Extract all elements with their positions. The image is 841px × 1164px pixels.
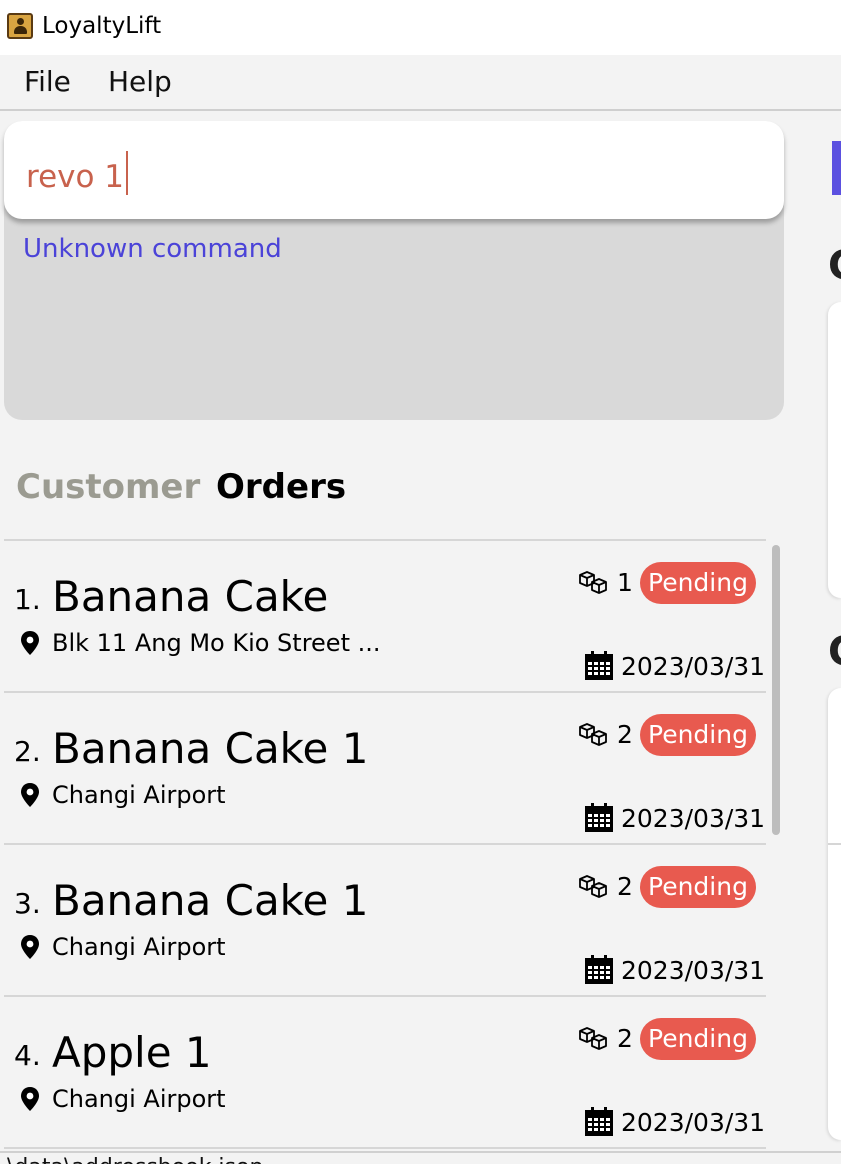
order-index: 4. (14, 1039, 41, 1072)
result-message: Unknown command (23, 234, 282, 264)
text-caret (126, 151, 129, 195)
window-title: LoyaltyLift (42, 13, 162, 39)
location-pin-icon (21, 631, 39, 655)
right-panel-heading: C (828, 628, 841, 676)
calendar-icon (585, 803, 613, 832)
calendar-icon (585, 651, 613, 680)
right-panel-divider (828, 843, 841, 845)
calendar-icon (585, 955, 613, 984)
contact-book-icon (7, 13, 33, 39)
status-badge: Pending (640, 562, 756, 604)
cubes-icon (579, 1027, 607, 1050)
command-input[interactable]: revo 1 (26, 151, 129, 197)
calendar-icon (585, 1107, 613, 1136)
order-date: 2023/03/31 (621, 652, 766, 681)
order-address: Changi Airport (52, 781, 226, 809)
order-quantity: 1 (617, 568, 633, 597)
order-card[interactable]: 3. Banana Cake 1 Changi Airport 2 Pendin… (4, 845, 766, 997)
cubes-icon (579, 571, 607, 594)
order-name: Banana Cake (52, 572, 329, 621)
order-date: 2023/03/31 (621, 804, 766, 833)
status-badge: Pending (640, 1018, 756, 1060)
location-pin-icon (21, 1087, 39, 1111)
status-badge: Pending (640, 866, 756, 908)
order-quantity: 2 (617, 872, 633, 901)
cubes-icon (579, 723, 607, 746)
order-date: 2023/03/31 (621, 1108, 766, 1137)
status-badge: Pending (640, 714, 756, 756)
order-name: Banana Cake 1 (52, 724, 369, 773)
tab-orders[interactable]: Orders (216, 466, 346, 508)
order-address: Blk 11 Ang Mo Kio Street ... (52, 629, 381, 657)
order-card[interactable]: 4. Apple 1 Changi Airport 2 Pending 2023… (4, 997, 766, 1149)
order-index: 3. (14, 887, 41, 920)
order-address: Changi Airport (52, 933, 226, 961)
order-list-scrollbar[interactable] (772, 545, 780, 835)
right-panel-accent (832, 141, 841, 195)
order-index: 1. (14, 583, 41, 616)
order-name: Apple 1 (52, 1028, 212, 1077)
cubes-icon (579, 875, 607, 898)
order-name: Banana Cake 1 (52, 876, 369, 925)
order-quantity: 2 (617, 1024, 633, 1053)
order-card[interactable]: 1. Banana Cake Blk 11 Ang Mo Kio Street … (4, 541, 766, 693)
tab-customer[interactable]: Customer (16, 466, 200, 508)
title-bar: LoyaltyLift (0, 0, 841, 55)
right-panel-card (828, 688, 841, 1140)
right-panel-card (828, 302, 841, 598)
order-list[interactable]: 1. Banana Cake Blk 11 Ang Mo Kio Street … (4, 539, 766, 1153)
order-date: 2023/03/31 (621, 956, 766, 985)
menu-file[interactable]: File (24, 65, 71, 99)
command-box[interactable]: revo 1 (4, 121, 784, 219)
order-quantity: 2 (617, 720, 633, 749)
status-bar: .\data\addressbook.json (0, 1153, 841, 1164)
menu-help[interactable]: Help (108, 65, 172, 99)
right-panel-heading: C (828, 242, 841, 290)
status-bar-text: .\data\addressbook.json (0, 1155, 263, 1164)
order-card[interactable]: 2. Banana Cake 1 Changi Airport 2 Pendin… (4, 693, 766, 845)
order-address: Changi Airport (52, 1085, 226, 1113)
location-pin-icon (21, 935, 39, 959)
menu-bar: File Help (0, 55, 841, 111)
command-input-value: revo 1 (26, 159, 125, 195)
location-pin-icon (21, 783, 39, 807)
order-index: 2. (14, 735, 41, 768)
